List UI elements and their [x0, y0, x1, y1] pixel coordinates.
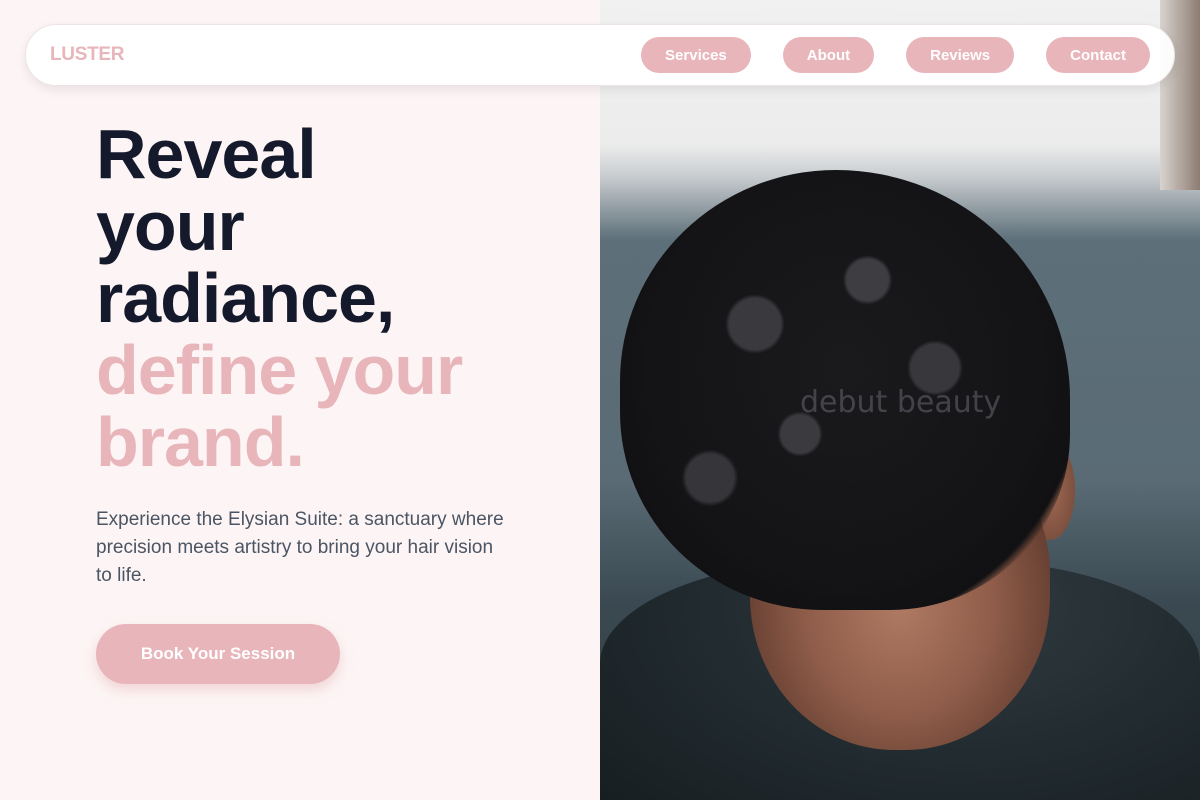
nav-links: Services About Reviews Contact: [641, 37, 1150, 73]
hero-headline: Reveal your radiance, define your brand.: [96, 118, 566, 478]
nav-contact-button[interactable]: Contact: [1046, 37, 1150, 73]
nav-reviews-button[interactable]: Reviews: [906, 37, 1015, 73]
headline-line: your: [96, 187, 245, 265]
nav-about-button[interactable]: About: [782, 37, 875, 73]
hero-section: Reveal your radiance, define your brand.…: [96, 118, 566, 684]
top-navbar: LUSTER Services About Reviews Contact: [25, 24, 1175, 86]
headline-line: Reveal: [96, 115, 317, 193]
photo-watermark: debut beauty: [800, 385, 1002, 420]
headline-accent-line: define your: [96, 331, 463, 409]
hero-photo: debut beauty: [600, 0, 1200, 800]
headline-accent-line: brand.: [96, 403, 305, 481]
photo-wall: [1160, 0, 1200, 190]
nav-services-button[interactable]: Services: [641, 37, 751, 73]
brand-logo[interactable]: LUSTER: [50, 44, 125, 66]
book-session-button[interactable]: Book Your Session: [96, 624, 340, 684]
hero-subtitle: Experience the Elysian Suite: a sanctuar…: [96, 509, 504, 586]
headline-line: radiance,: [96, 259, 395, 337]
